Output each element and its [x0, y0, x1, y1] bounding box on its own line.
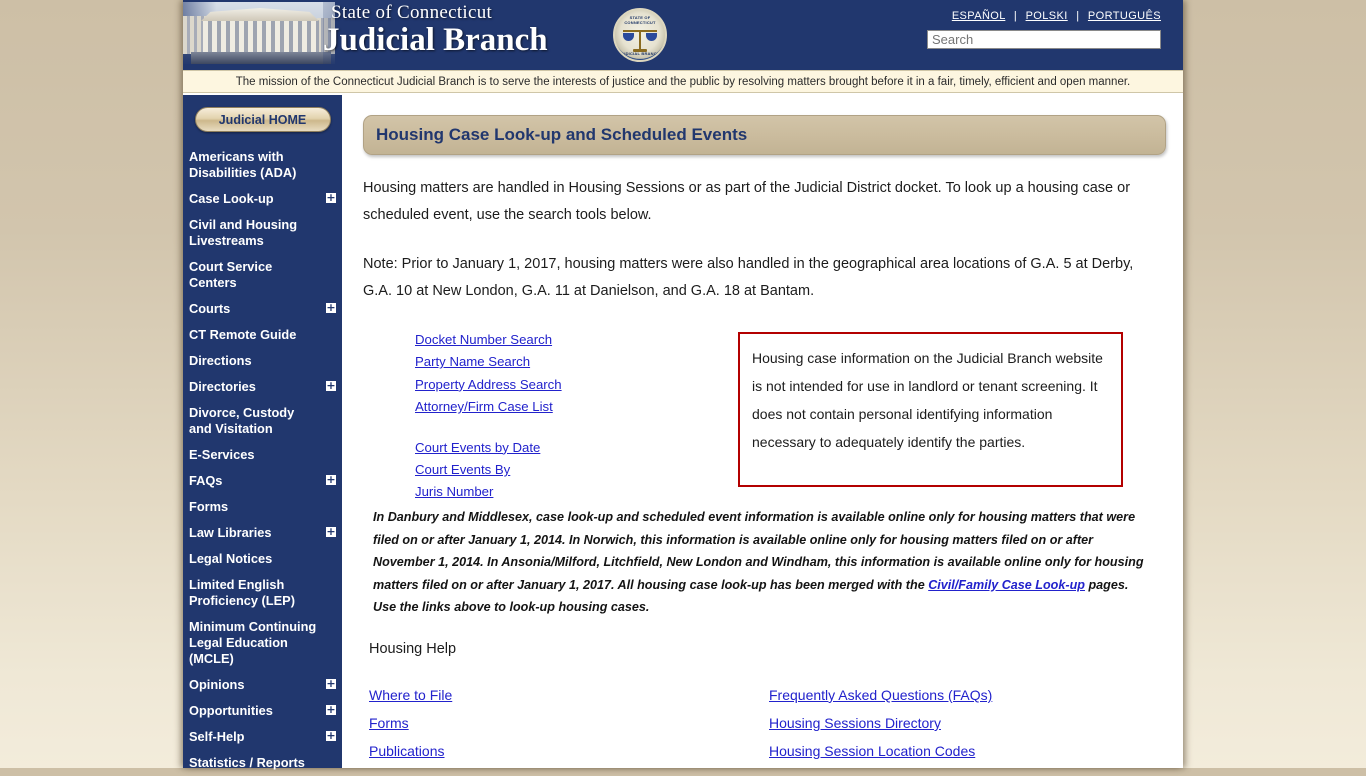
sidebar-item-label: FAQs [189, 473, 223, 488]
sidebar-item-label: Law Libraries [189, 525, 272, 540]
sidebar-item-statistics-reports[interactable]: Statistics / Reports [183, 750, 342, 776]
search-tools-row: Docket Number Search Party Name Search P… [363, 327, 1166, 502]
sidebar-item-minimum-continuing-legal-education-mcle[interactable]: Minimum Continuing Legal Education (MCLE… [183, 614, 342, 672]
link-court-events-by-date[interactable]: Court Events by Date [415, 437, 695, 459]
sidebar-item-e-services[interactable]: E-Services [183, 442, 342, 468]
language-link-polski[interactable]: POLSKI [1026, 10, 1068, 22]
site-header-banner: State of Connecticut Judicial Branch STA… [183, 0, 1183, 70]
sidebar-item-label: Directions [189, 353, 252, 368]
language-separator-1: | [1013, 10, 1018, 22]
seal-bottom-text: JUDICIAL BRANCH [620, 51, 660, 56]
link-court-events-by-juris-number[interactable]: Court Events By Juris Number [415, 459, 540, 504]
note-paragraph: Note: Prior to January 1, 2017, housing … [363, 256, 1134, 299]
page-title-band: Housing Case Look-up and Scheduled Event… [363, 115, 1166, 155]
housing-help-left-column: Where to File Forms Publications [369, 681, 749, 765]
expand-plus-icon[interactable]: + [326, 192, 336, 203]
sidebar-item-label: Americans with Disabilities (ADA) [189, 149, 297, 180]
sidebar-item-court-service-centers[interactable]: Court Service Centers [183, 254, 342, 296]
sidebar-item-law-libraries[interactable]: Law Libraries + [183, 520, 342, 546]
sidebar-item-faqs[interactable]: FAQs + [183, 468, 342, 494]
sidebar-item-courts[interactable]: Courts + [183, 296, 342, 322]
sidebar-item-label: Limited English Proficiency (LEP) [189, 577, 295, 608]
warning-box-text: Housing case information on the Judicial… [752, 350, 1103, 450]
page-title: Housing Case Look-up and Scheduled Event… [376, 125, 748, 144]
language-link-portugues[interactable]: PORTUGUÊS [1088, 10, 1161, 22]
sidebar-item-directories[interactable]: Directories + [183, 374, 342, 400]
sidebar-item-label: Court Service Centers [189, 259, 273, 290]
main-content: Housing Case Look-up and Scheduled Event… [342, 95, 1183, 768]
link-publications[interactable]: Publications [369, 737, 749, 765]
expand-plus-icon[interactable]: + [326, 678, 336, 689]
search-links-column: Docket Number Search Party Name Search P… [415, 329, 695, 504]
intro-paragraph: Housing matters are handled in Housing S… [363, 180, 1131, 223]
site-title-branch: Judicial Branch [323, 22, 548, 58]
language-link-espanol[interactable]: ESPAÑOL [952, 10, 1006, 22]
sidebar-item-label: Self-Help [189, 729, 245, 744]
sidebar-item-label: Civil and Housing Livestreams [189, 217, 298, 248]
link-faqs[interactable]: Frequently Asked Questions (FAQs) [769, 681, 1169, 709]
expand-plus-icon[interactable]: + [326, 474, 336, 485]
sidebar-item-opinions[interactable]: Opinions + [183, 672, 342, 698]
sidebar-item-label: Forms [189, 499, 229, 514]
page-container: State of Connecticut Judicial Branch STA… [183, 0, 1183, 770]
search-input[interactable] [927, 30, 1161, 49]
seal-top-text: STATE OF CONNECTICUT [624, 15, 656, 25]
sidebar-item-self-help[interactable]: Self-Help + [183, 724, 342, 750]
site-title: State of Connecticut Judicial Branch [323, 2, 548, 58]
sidebar-item-divorce-custody-and-visitation[interactable]: Divorce, Custody and Visitation [183, 400, 342, 442]
sidebar-item-civil-and-housing-livestreams[interactable]: Civil and Housing Livestreams [183, 212, 342, 254]
sidebar-item-label: Opportunities [189, 703, 273, 718]
expand-plus-icon[interactable]: + [326, 704, 336, 715]
sidebar-item-americans-with-disabilities-ada[interactable]: Americans with Disabilities (ADA) [183, 144, 342, 186]
language-separator-2: | [1076, 10, 1080, 22]
site-title-state: State of Connecticut [331, 2, 493, 23]
sidebar-nav: Judicial HOME Americans with Disabilitie… [183, 95, 342, 770]
link-attorney-firm-case-list[interactable]: Attorney/Firm Case List [415, 396, 695, 418]
sidebar-item-label: Directories [189, 379, 256, 394]
sidebar-item-limited-english-proficiency-lep[interactable]: Limited English Proficiency (LEP) [183, 572, 342, 614]
link-docket-number-search[interactable]: Docket Number Search [415, 329, 695, 351]
sidebar-item-directions[interactable]: Directions [183, 348, 342, 374]
expand-plus-icon[interactable]: + [326, 380, 336, 391]
link-party-name-search[interactable]: Party Name Search [415, 351, 695, 373]
sidebar-item-forms[interactable]: Forms [183, 494, 342, 520]
sidebar-item-ct-remote-guide[interactable]: CT Remote Guide [183, 322, 342, 348]
link-housing-sessions-directory[interactable]: Housing Sessions Directory [769, 709, 1169, 737]
expand-plus-icon[interactable]: + [326, 730, 336, 741]
housing-help-right-column: Frequently Asked Questions (FAQs) Housin… [769, 681, 1169, 765]
connecticut-judicial-seal-icon: STATE OF CONNECTICUT JUDICIAL BRANCH [613, 8, 667, 62]
expand-plus-icon[interactable]: + [326, 302, 336, 313]
judicial-home-label: Judicial HOME [218, 112, 307, 127]
sidebar-item-label: Minimum Continuing Legal Education (MCLE… [189, 619, 317, 666]
italic-note-paragraph: In Danbury and Middlesex, case look-up a… [373, 506, 1152, 619]
sidebar-item-label: Divorce, Custody and Visitation [189, 405, 295, 436]
link-where-to-file[interactable]: Where to File [369, 681, 749, 709]
sidebar-item-case-look-up[interactable]: Case Look-up + [183, 186, 342, 212]
sidebar-item-label: E-Services [189, 447, 255, 462]
link-housing-session-location-codes[interactable]: Housing Session Location Codes [769, 737, 1169, 765]
sidebar-item-opportunities[interactable]: Opportunities + [183, 698, 342, 724]
mission-statement-bar: The mission of the Connecticut Judicial … [183, 70, 1183, 93]
judicial-home-button[interactable]: Judicial HOME [194, 107, 331, 132]
sidebar-item-label: Opinions [189, 677, 245, 692]
link-property-address-search[interactable]: Property Address Search [415, 374, 695, 396]
language-links: ESPAÑOL | POLSKI | PORTUGUÊS [952, 10, 1161, 22]
housing-help-heading: Housing Help [369, 640, 457, 657]
expand-plus-icon[interactable]: + [326, 526, 336, 537]
sidebar-item-legal-notices[interactable]: Legal Notices [183, 546, 342, 572]
link-group-spacer [415, 419, 695, 437]
sidebar-item-label: Legal Notices [189, 551, 273, 566]
mission-statement-text: The mission of the Connecticut Judicial … [235, 75, 1131, 88]
sidebar-item-label: CT Remote Guide [189, 327, 297, 342]
sidebar-item-label: Case Look-up [189, 191, 274, 206]
link-civil-family-case-lookup[interactable]: Civil/Family Case Look-up [928, 578, 1085, 592]
scales-of-justice-icon [623, 26, 657, 52]
sidebar-nav-list: Americans with Disabilities (ADA) Case Lo… [183, 144, 342, 776]
body-wrapper: Judicial HOME Americans with Disabilitie… [183, 95, 1183, 770]
courthouse-photo [183, 2, 335, 64]
warning-box: Housing case information on the Judicial… [738, 332, 1123, 487]
sidebar-item-label: Courts [189, 301, 231, 316]
link-forms[interactable]: Forms [369, 709, 749, 737]
